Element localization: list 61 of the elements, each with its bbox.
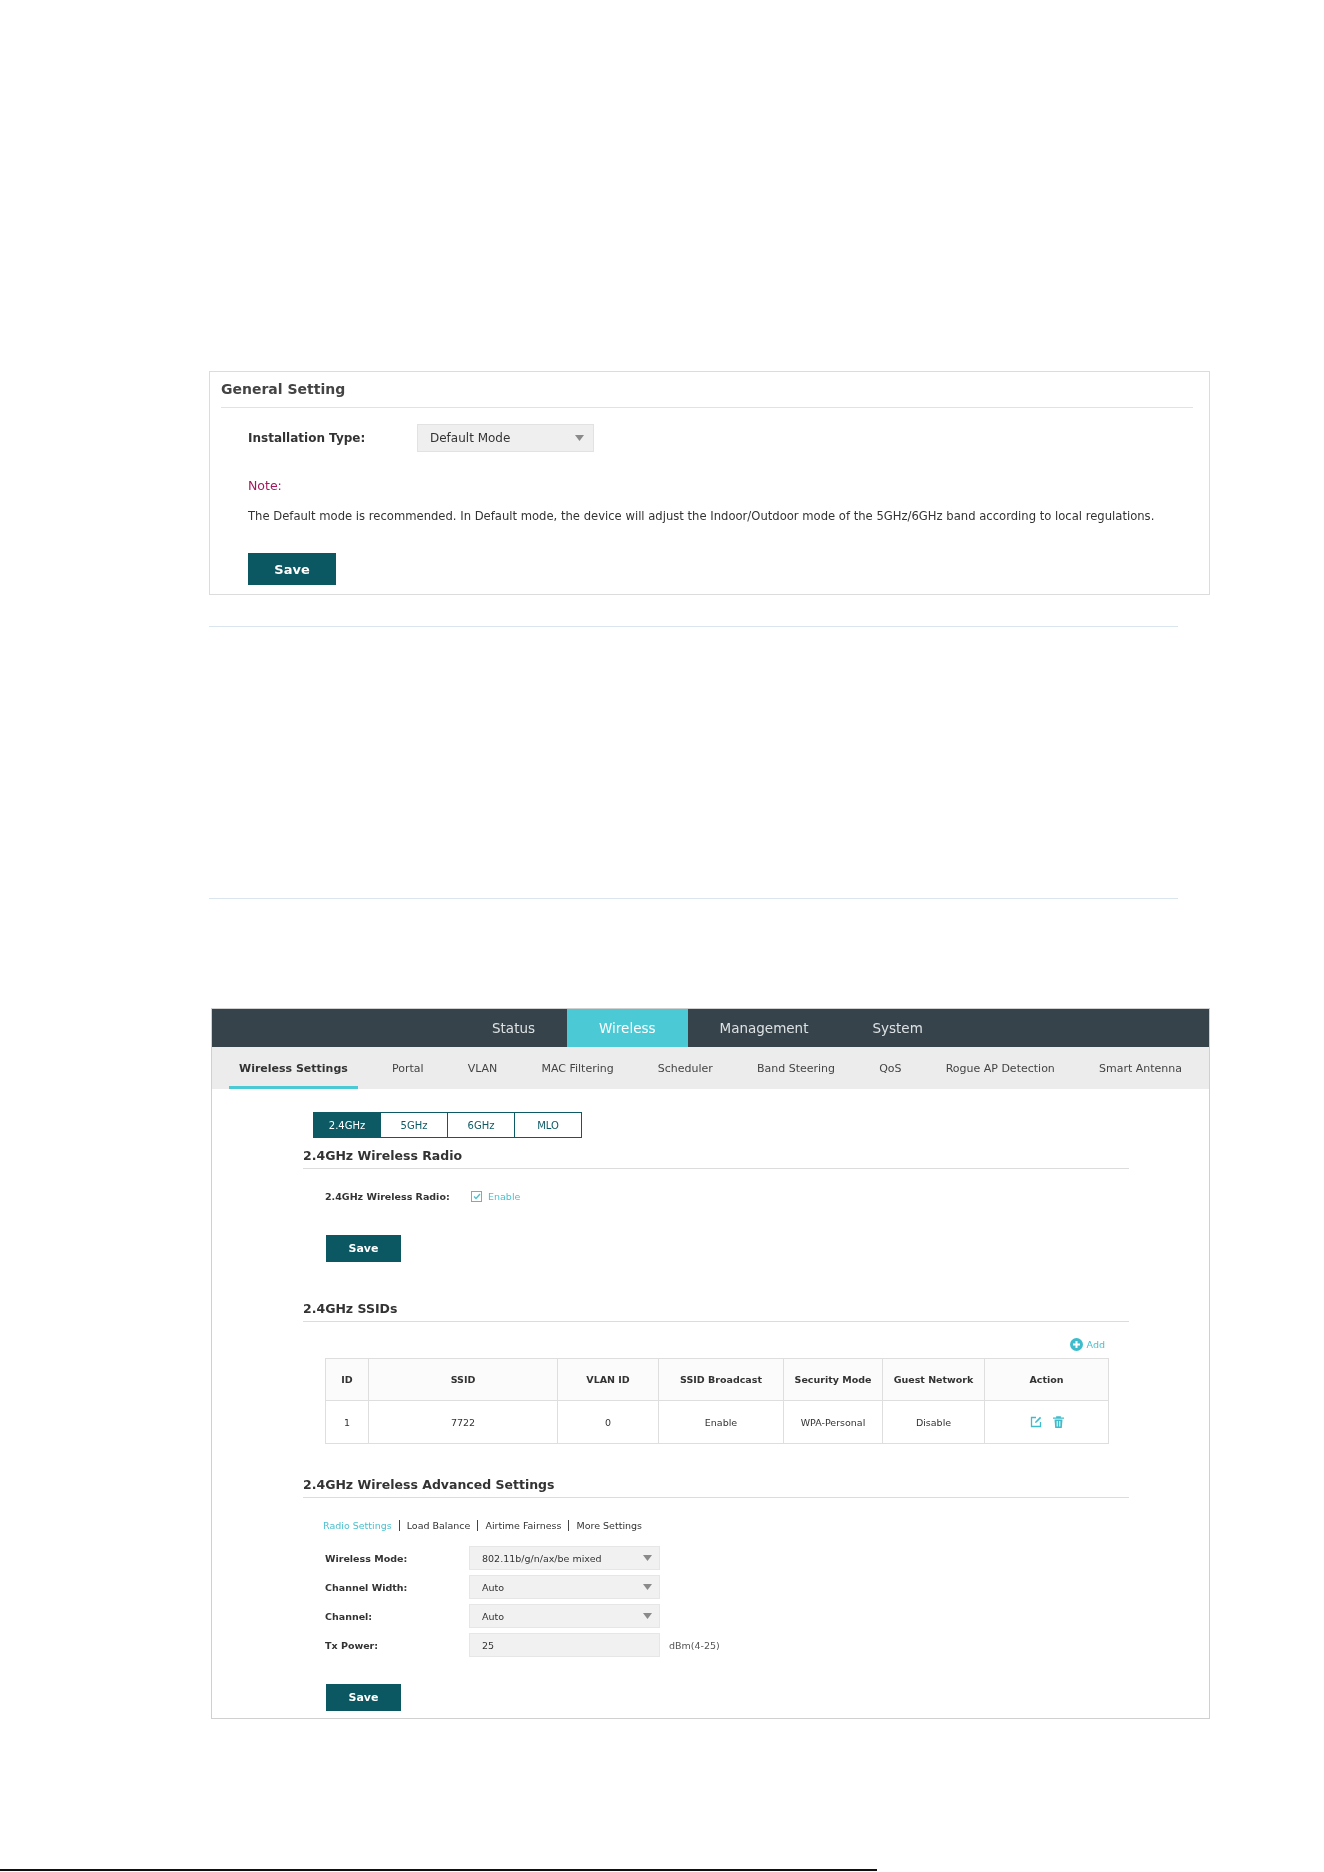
sub-nav-tab[interactable]: Scheduler — [647, 1047, 723, 1089]
table-cell: 1 — [325, 1400, 369, 1444]
sub-nav-tab[interactable]: Smart Antenna — [1088, 1047, 1192, 1089]
table-cell: 0 — [557, 1400, 659, 1444]
column-header: VLAN ID — [557, 1358, 659, 1401]
select-field[interactable]: Auto — [469, 1604, 660, 1628]
table-cell: WPA-Personal — [783, 1400, 883, 1444]
checkbox[interactable] — [471, 1190, 482, 1202]
edit-icon[interactable] — [1029, 1416, 1042, 1428]
caret-icon — [643, 1555, 652, 1561]
section-heading: 2.4GHz SSIDs — [303, 1297, 1129, 1322]
nav-tab[interactable]: Management — [687, 1009, 841, 1047]
sub-nav-tab[interactable]: Portal — [381, 1047, 434, 1089]
settings-link[interactable]: More Settings — [576, 1519, 643, 1531]
band-tab[interactable]: MLO — [514, 1112, 582, 1138]
nav-tab[interactable]: Status — [460, 1009, 568, 1047]
save-button[interactable]: Save — [326, 1684, 401, 1711]
select-field[interactable]: 802.11b/g/n/ax/be mixed — [469, 1546, 660, 1570]
sub-nav-tab[interactable]: Rogue AP Detection — [935, 1047, 1065, 1089]
nav-tab[interactable]: System — [840, 1009, 955, 1047]
field-label: 2.4GHz Wireless Radio: — [325, 1190, 451, 1202]
column-header: Action — [984, 1358, 1109, 1401]
field-label: Channel: — [325, 1610, 374, 1622]
save-button[interactable]: Save — [326, 1235, 401, 1262]
column-header: Guest Network — [882, 1358, 985, 1401]
note-text: The Default mode is recommended. In Default mode, the device will adjust the Indoor/Outdoor mode of the 5GHz/6GHz band according to local regulations. — [248, 508, 1155, 525]
unit-label: dBm(4-25) — [669, 1639, 720, 1651]
trash-icon[interactable] — [1052, 1416, 1064, 1428]
plus-circle-icon — [1069, 1337, 1083, 1351]
section-heading: 2.4GHz Wireless Advanced Settings — [303, 1473, 1129, 1498]
select-field[interactable]: Auto — [469, 1575, 660, 1599]
table-cell: 7722 — [368, 1400, 558, 1444]
field-label: Wireless Mode: — [325, 1552, 409, 1564]
band-tab[interactable]: 5GHz — [380, 1112, 448, 1138]
section-heading: 2.4GHz Wireless Radio — [303, 1144, 1129, 1169]
caret-icon — [643, 1613, 652, 1619]
band-tab[interactable]: 2.4GHz — [313, 1112, 381, 1138]
band-tab[interactable]: 6GHz — [447, 1112, 515, 1138]
sub-nav-tab[interactable]: VLAN — [457, 1047, 508, 1089]
select-field[interactable]: Default Mode — [417, 424, 594, 452]
note-label: Note: — [248, 477, 282, 495]
sub-nav-tab[interactable]: QoS — [869, 1047, 912, 1089]
sub-nav-tab[interactable]: MAC Filtering — [531, 1047, 624, 1089]
table-cell: Disable — [882, 1400, 985, 1444]
settings-link[interactable]: Load Balance — [406, 1519, 471, 1531]
save-button[interactable]: Save — [248, 553, 336, 585]
caret-icon — [575, 435, 584, 441]
sub-nav-tab[interactable]: Wireless Settings — [229, 1047, 358, 1089]
column-header: ID — [325, 1358, 369, 1401]
caret-icon — [643, 1584, 652, 1590]
column-header: Security Mode — [783, 1358, 883, 1401]
settings-link[interactable]: Airtime Fairness — [485, 1519, 562, 1531]
table-cell: Enable — [658, 1400, 784, 1444]
sub-nav-tab[interactable]: Band Steering — [746, 1047, 846, 1089]
text-field[interactable]: 25 — [469, 1633, 660, 1657]
column-header: SSID Broadcast — [658, 1358, 784, 1401]
field-label: Tx Power: — [325, 1639, 380, 1651]
field-label: Channel Width: — [325, 1581, 409, 1593]
panel-title: General Setting — [221, 372, 1193, 408]
column-header: SSID — [368, 1358, 558, 1401]
field-label: Installation Type: — [248, 431, 367, 445]
